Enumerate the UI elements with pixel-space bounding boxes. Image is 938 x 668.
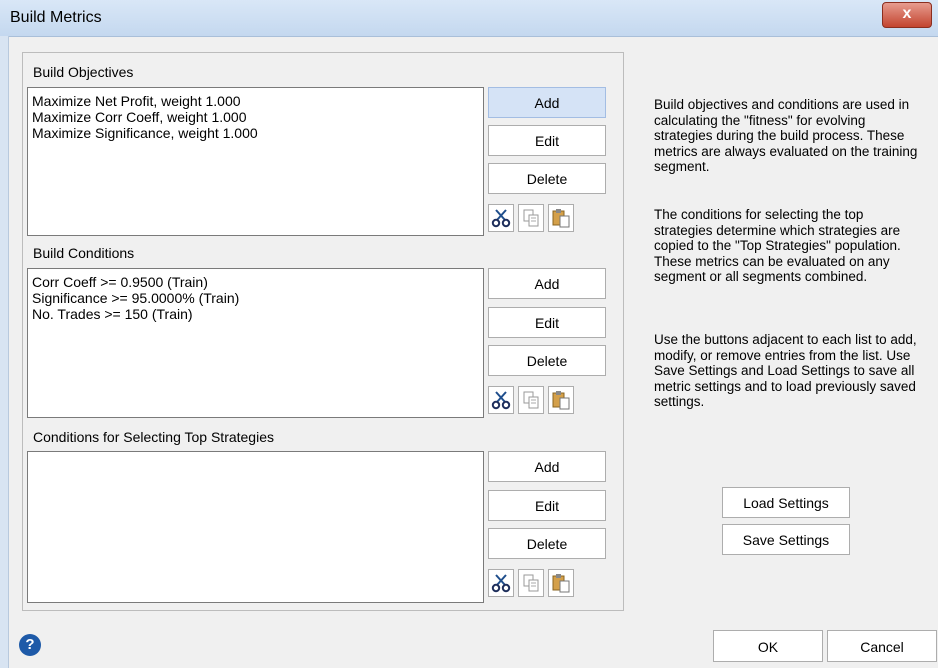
top-delete-button[interactable]: Delete: [488, 528, 606, 559]
help-paragraph-1: Build objectives and conditions are used…: [654, 97, 918, 175]
top-strategies-label: Conditions for Selecting Top Strategies: [33, 429, 274, 445]
close-button[interactable]: x: [882, 2, 932, 28]
conditions-cut-button[interactable]: [488, 386, 514, 414]
conditions-edit-button[interactable]: Edit: [488, 307, 606, 338]
top-strategies-list[interactable]: [27, 451, 484, 603]
conditions-label: Build Conditions: [33, 245, 135, 261]
conditions-paste-button[interactable]: [548, 386, 574, 414]
paste-icon: [552, 209, 570, 228]
list-item[interactable]: Corr Coeff >= 0.9500 (Train): [28, 274, 483, 290]
top-edit-button[interactable]: Edit: [488, 490, 606, 521]
window-edge: [0, 36, 9, 668]
top-copy-button[interactable]: [518, 569, 544, 597]
objectives-edit-button[interactable]: Edit: [488, 125, 606, 156]
copy-icon: [523, 209, 539, 227]
load-settings-button[interactable]: Load Settings: [722, 487, 850, 518]
paste-icon: [552, 391, 570, 410]
cancel-button[interactable]: Cancel: [827, 630, 937, 662]
objectives-cut-button[interactable]: [488, 204, 514, 232]
list-item[interactable]: Maximize Significance, weight 1.000: [28, 125, 483, 141]
scissors-icon: [491, 574, 511, 593]
top-paste-button[interactable]: [548, 569, 574, 597]
objectives-add-button[interactable]: Add: [488, 87, 606, 118]
paste-icon: [552, 574, 570, 593]
copy-icon: [523, 574, 539, 592]
window-title: Build Metrics: [10, 9, 102, 26]
conditions-delete-button[interactable]: Delete: [488, 345, 606, 376]
save-settings-button[interactable]: Save Settings: [722, 524, 850, 555]
list-item[interactable]: Maximize Corr Coeff, weight 1.000: [28, 109, 483, 125]
scissors-icon: [491, 209, 511, 228]
list-item[interactable]: No. Trades >= 150 (Train): [28, 306, 483, 322]
objectives-paste-button[interactable]: [548, 204, 574, 232]
conditions-add-button[interactable]: Add: [488, 268, 606, 299]
objectives-delete-button[interactable]: Delete: [488, 163, 606, 194]
conditions-copy-button[interactable]: [518, 386, 544, 414]
help-icon[interactable]: ?: [19, 634, 41, 656]
top-cut-button[interactable]: [488, 569, 514, 597]
objectives-label: Build Objectives: [33, 64, 134, 80]
scissors-icon: [491, 391, 511, 410]
title-bar: Build Metrics x: [0, 0, 938, 37]
objectives-list[interactable]: Maximize Net Profit, weight 1.000 Maximi…: [27, 87, 484, 236]
top-add-button[interactable]: Add: [488, 451, 606, 482]
copy-icon: [523, 391, 539, 409]
ok-button[interactable]: OK: [713, 630, 823, 662]
list-item[interactable]: Significance >= 95.0000% (Train): [28, 290, 483, 306]
help-paragraph-3: Use the buttons adjacent to each list to…: [654, 332, 917, 410]
conditions-list[interactable]: Corr Coeff >= 0.9500 (Train) Significanc…: [27, 268, 484, 418]
list-item[interactable]: Maximize Net Profit, weight 1.000: [28, 93, 483, 109]
help-paragraph-2: The conditions for selecting the top str…: [654, 207, 901, 285]
objectives-copy-button[interactable]: [518, 204, 544, 232]
